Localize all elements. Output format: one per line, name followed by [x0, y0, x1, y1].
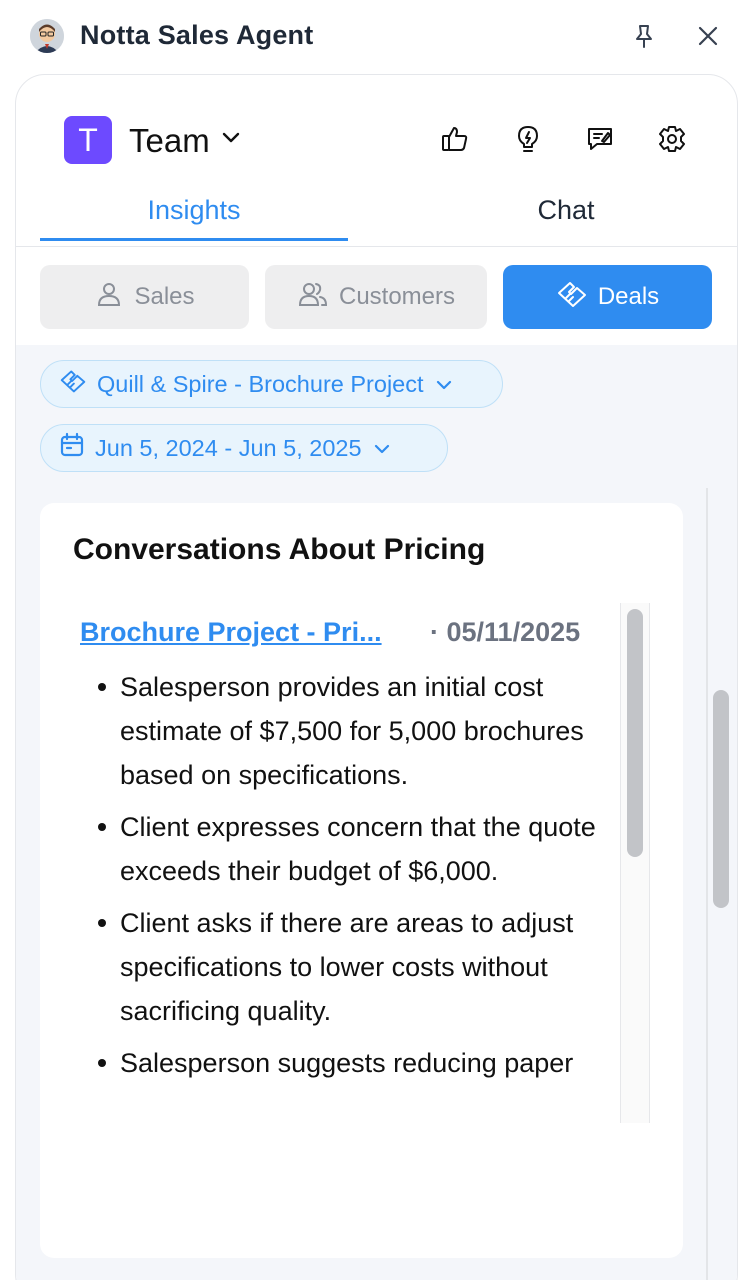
- feedback-icon[interactable]: [582, 121, 618, 157]
- list-item: Salesperson provides an initial cost est…: [80, 665, 620, 797]
- conversation-header: Brochure Project - Pri... · 05/11/2025: [80, 617, 620, 648]
- lightbulb-icon[interactable]: [510, 121, 546, 157]
- deal-filter-chip[interactable]: Quill & Spire - Brochure Project: [40, 360, 503, 408]
- tab-chat[interactable]: Chat: [412, 181, 720, 241]
- card-title: Conversations About Pricing: [73, 533, 486, 566]
- agent-avatar: [30, 19, 64, 53]
- deal-filter-label: Quill & Spire - Brochure Project: [97, 370, 424, 397]
- users-icon: [297, 279, 329, 316]
- segment-customers[interactable]: Customers: [265, 265, 487, 329]
- close-icon[interactable]: [692, 20, 724, 52]
- list-item: Client expresses concern that the quote …: [80, 805, 620, 893]
- content-scrollbar[interactable]: [713, 690, 729, 908]
- segment-deals[interactable]: Deals: [503, 265, 712, 329]
- content-scroll-track: [706, 488, 708, 1280]
- user-icon: [94, 279, 124, 316]
- insights-panel: T Team Insights Chat Sales Customers Dea…: [15, 74, 738, 1280]
- conversation-list: Brochure Project - Pri... · 05/11/2025 S…: [40, 603, 630, 1123]
- chevron-down-icon: [434, 371, 454, 398]
- conversation-bullets: Salesperson provides an initial cost est…: [80, 665, 620, 1093]
- list-item: Salesperson suggests reducing paper: [80, 1041, 620, 1085]
- title-bar: Notta Sales Agent: [0, 0, 754, 72]
- date-range-chip[interactable]: Jun 5, 2024 - Jun 5, 2025: [40, 424, 448, 472]
- team-selector-label[interactable]: Team: [129, 122, 210, 160]
- team-avatar: T: [64, 116, 112, 164]
- tab-insights[interactable]: Insights: [40, 181, 348, 241]
- handshake-icon: [59, 368, 87, 400]
- chevron-down-icon[interactable]: [219, 130, 243, 151]
- pricing-insight-card: Conversations About Pricing Brochure Pro…: [40, 503, 683, 1258]
- chevron-down-icon: [372, 435, 392, 462]
- tabs-divider: [16, 246, 737, 247]
- calendar-icon: [59, 432, 85, 464]
- segment-sales[interactable]: Sales: [40, 265, 249, 329]
- list-item: Client asks if there are areas to adjust…: [80, 901, 620, 1033]
- segment-customers-label: Customers: [338, 283, 456, 310]
- conversation-link[interactable]: Brochure Project - Pri...: [80, 617, 382, 647]
- conversation-date: · 05/11/2025: [430, 617, 581, 647]
- date-range-label: Jun 5, 2024 - Jun 5, 2025: [95, 434, 362, 461]
- handshake-icon: [556, 279, 588, 316]
- insights-content: Quill & Spire - Brochure Project Jun 5, …: [16, 345, 737, 1280]
- segment-sales-label: Sales: [134, 283, 195, 310]
- gear-icon[interactable]: [654, 121, 690, 157]
- card-scrollbar[interactable]: [627, 609, 643, 857]
- thumbs-up-icon[interactable]: [437, 121, 473, 157]
- segment-deals-label: Deals: [597, 283, 660, 310]
- app-title: Notta Sales Agent: [80, 20, 314, 50]
- pin-icon[interactable]: [628, 20, 660, 52]
